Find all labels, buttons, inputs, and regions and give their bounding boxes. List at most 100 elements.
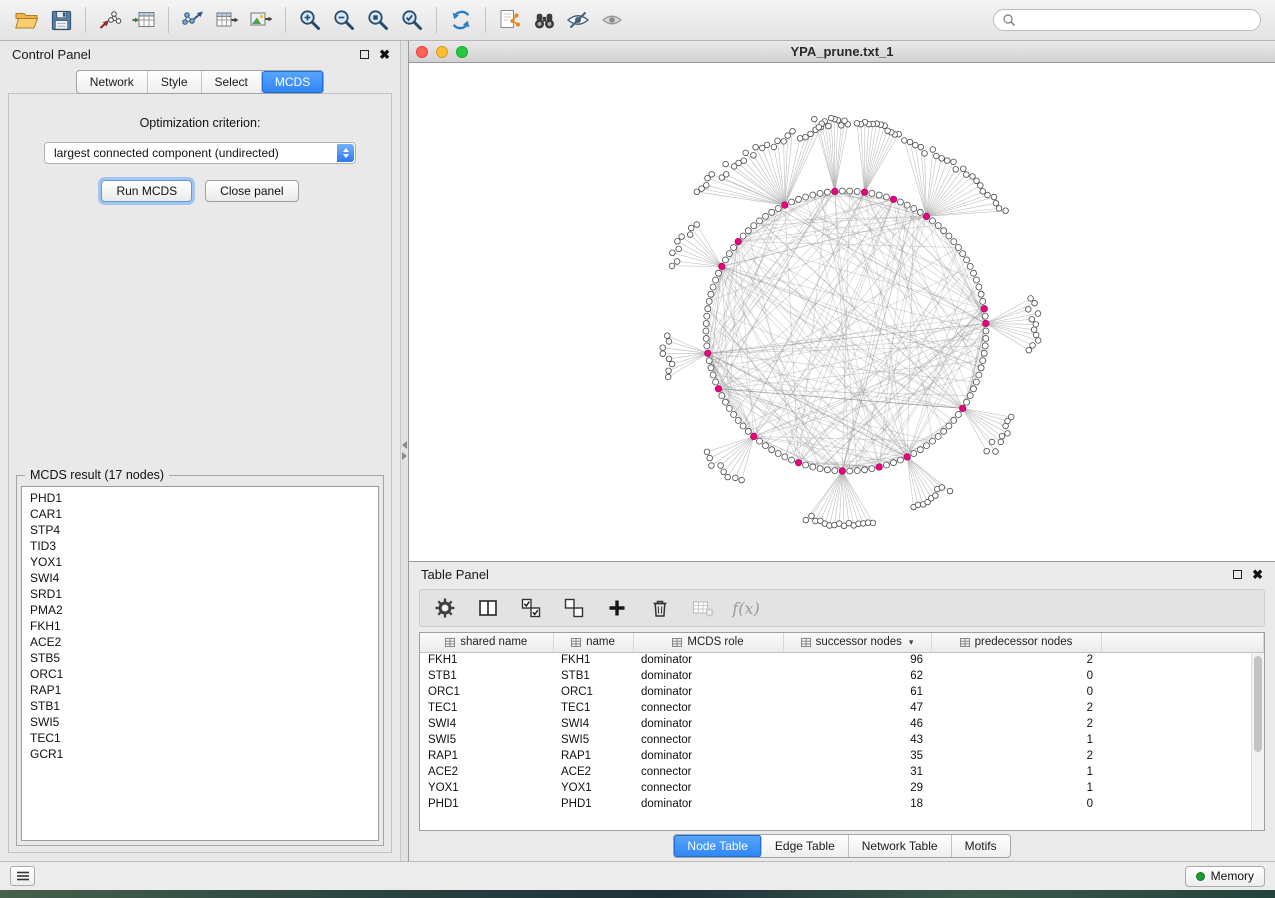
panel-menu-button[interactable] (10, 866, 35, 886)
tab-edge-table[interactable]: Edge Table (762, 835, 849, 857)
mcds-result-item[interactable]: ORC1 (22, 666, 378, 682)
hide-graphics-details-button[interactable] (561, 4, 595, 36)
tab-network-table[interactable]: Network Table (849, 835, 952, 857)
network-canvas[interactable] (409, 63, 1275, 561)
mcds-result-item[interactable]: YOX1 (22, 554, 378, 570)
mcds-result-item[interactable]: RAP1 (22, 682, 378, 698)
show-graphics-details-button[interactable] (595, 4, 629, 36)
control-panel-title: Control Panel (12, 47, 91, 62)
open-file-button[interactable] (10, 4, 44, 36)
table-cell: 35 (783, 748, 931, 764)
table-cell: 1 (931, 780, 1101, 796)
network-window-titlebar[interactable]: YPA_prune.txt_1 (409, 41, 1275, 63)
mcds-result-item[interactable]: TEC1 (22, 730, 378, 746)
maximize-window-icon[interactable] (456, 46, 468, 58)
table-row[interactable]: STB1STB1dominator620 (420, 668, 1264, 684)
table-row[interactable]: RAP1RAP1dominator352 (420, 748, 1264, 764)
tab-mcds[interactable]: MCDS (262, 71, 323, 93)
table-cell: 1 (931, 732, 1101, 748)
mcds-result-item[interactable]: PHD1 (22, 490, 378, 506)
search-icon (1002, 13, 1016, 27)
mcds-result-item[interactable]: SWI4 (22, 570, 378, 586)
mcds-result-item[interactable]: FKH1 (22, 618, 378, 634)
tab-style[interactable]: Style (148, 71, 202, 93)
close-panel-action-button[interactable]: Close panel (205, 180, 298, 202)
tab-network[interactable]: Network (77, 71, 148, 93)
column-menu-icon[interactable]: ▾ (909, 637, 914, 648)
search-field[interactable] (993, 9, 1261, 31)
zoom-selected-button[interactable] (361, 4, 395, 36)
table-row[interactable]: SWI5SWI5connector431 (420, 732, 1264, 748)
mcds-result-item[interactable]: SRD1 (22, 586, 378, 602)
table-row[interactable]: ORC1ORC1dominator610 (420, 684, 1264, 700)
tab-node-table[interactable]: Node Table (674, 835, 762, 857)
gear-icon (434, 597, 456, 619)
mcds-result-list[interactable]: PHD1CAR1STP4TID3YOX1SWI4SRD1PMA2FKH1ACE2… (21, 486, 379, 841)
tab-motifs[interactable]: Motifs (952, 835, 1010, 857)
search-objects-button[interactable] (527, 4, 561, 36)
search-input[interactable] (1016, 13, 1252, 27)
column-header[interactable]: shared name (420, 633, 553, 652)
share-document-button[interactable] (493, 4, 527, 36)
float-table-panel-button[interactable] (1233, 570, 1242, 579)
mcds-result-item[interactable]: STP4 (22, 522, 378, 538)
column-header[interactable]: MCDS role (633, 633, 783, 652)
import-network-button[interactable] (93, 4, 127, 36)
select-all-button[interactable] (518, 595, 544, 621)
mcds-result-item[interactable]: SWI5 (22, 714, 378, 730)
table-row[interactable]: ACE2ACE2connector311 (420, 764, 1264, 780)
table-row[interactable]: FKH1FKH1dominator962 (420, 652, 1264, 668)
zoom-in-button[interactable] (293, 4, 327, 36)
mcds-result-item[interactable]: STB1 (22, 698, 378, 714)
table-cell: TEC1 (420, 700, 553, 716)
column-header[interactable]: predecessor nodes (931, 633, 1101, 652)
table-row[interactable]: PHD1PHD1dominator180 (420, 796, 1264, 812)
column-header[interactable]: name (553, 633, 633, 652)
deselect-all-button[interactable] (561, 595, 587, 621)
minimize-window-icon[interactable] (436, 46, 448, 58)
table-settings-button[interactable] (432, 595, 458, 621)
table-panel-header: Table Panel ✖ (409, 562, 1275, 587)
close-window-icon[interactable] (416, 46, 428, 58)
mcds-result-item[interactable]: CAR1 (22, 506, 378, 522)
zoom-out-button[interactable] (327, 4, 361, 36)
close-panel-button[interactable]: ✖ (379, 48, 390, 61)
network-graph[interactable] (409, 63, 1275, 560)
export-table-button[interactable] (210, 4, 244, 36)
scrollbar-thumb[interactable] (1254, 656, 1262, 752)
table-row[interactable]: YOX1YOX1connector291 (420, 780, 1264, 796)
mcds-result-item[interactable]: TID3 (22, 538, 378, 554)
close-table-panel-button[interactable]: ✖ (1252, 568, 1263, 581)
network-nodes[interactable] (660, 115, 1041, 528)
export-table-icon (214, 7, 240, 33)
toolbar-separator (85, 7, 86, 33)
table-cell-filler (1101, 652, 1264, 668)
refresh-button[interactable] (444, 4, 478, 36)
mcds-result-item[interactable]: STB5 (22, 650, 378, 666)
vertical-splitter[interactable] (400, 41, 408, 861)
main-toolbar (0, 0, 1275, 41)
delete-column-button[interactable] (647, 595, 673, 621)
zoom-fit-button[interactable] (395, 4, 429, 36)
import-table-button[interactable] (127, 4, 161, 36)
save-session-button[interactable] (44, 4, 78, 36)
column-header[interactable]: successor nodes▾ (783, 633, 931, 652)
table-row[interactable]: SWI4SWI4dominator462 (420, 716, 1264, 732)
table-scrollbar[interactable] (1251, 653, 1264, 830)
table-row[interactable]: TEC1TEC1connector472 (420, 700, 1264, 716)
export-network-button[interactable] (176, 4, 210, 36)
export-image-button[interactable] (244, 4, 278, 36)
mcds-result-item[interactable]: PMA2 (22, 602, 378, 618)
mcds-result-item[interactable]: GCR1 (22, 746, 378, 762)
add-column-button[interactable] (604, 595, 630, 621)
run-mcds-button[interactable]: Run MCDS (101, 180, 192, 202)
splitter-handle-icon[interactable] (402, 441, 407, 460)
import-network-icon (97, 7, 123, 33)
show-columns-button[interactable] (475, 595, 501, 621)
memory-button[interactable]: Memory (1185, 866, 1265, 887)
table-cell: SWI4 (553, 716, 633, 732)
tab-select[interactable]: Select (202, 71, 262, 93)
mcds-result-item[interactable]: ACE2 (22, 634, 378, 650)
optimization-criterion-select[interactable]: largest connected component (undirected) (44, 142, 356, 164)
float-panel-button[interactable] (360, 50, 369, 59)
